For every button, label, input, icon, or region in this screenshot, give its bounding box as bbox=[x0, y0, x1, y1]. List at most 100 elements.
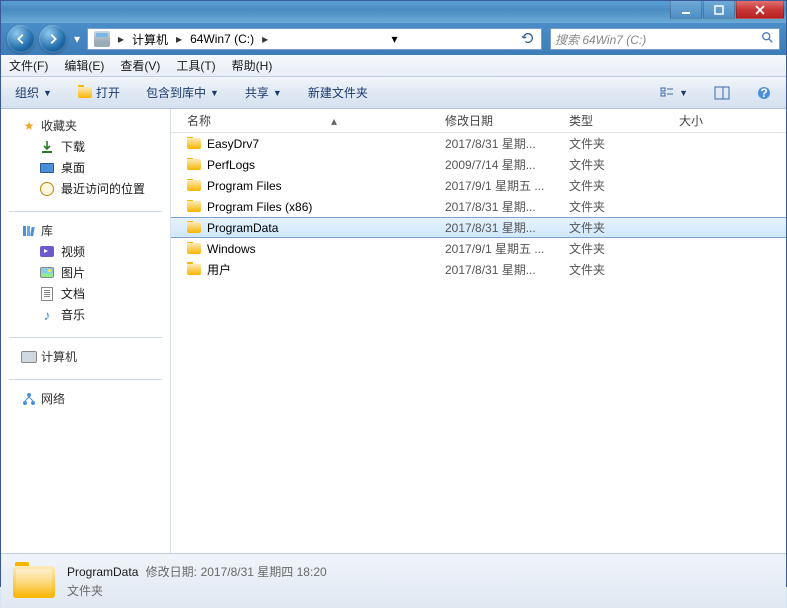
address-dropdown[interactable]: ▾ bbox=[388, 32, 402, 46]
sidebar-item-computer[interactable]: 计算机 bbox=[1, 346, 170, 367]
label: 最近访问的位置 bbox=[61, 180, 145, 197]
minimize-button[interactable] bbox=[670, 1, 702, 19]
details-name: ProgramData bbox=[67, 565, 138, 579]
breadcrumb-arrow-icon[interactable]: ▸ bbox=[258, 32, 272, 46]
col-type[interactable]: 类型 bbox=[563, 112, 673, 129]
sidebar: ★收藏夹 下载 桌面 最近访问的位置 库 视频 图片 文档 ♪音乐 计算机 网络 bbox=[1, 109, 171, 553]
search-box[interactable]: 搜索 64Win7 (C:) bbox=[550, 28, 780, 50]
network-icon bbox=[21, 391, 37, 407]
details-date-label: 修改日期: bbox=[146, 565, 197, 579]
table-row[interactable]: EasyDrv72017/8/31 星期...文件夹 bbox=[171, 133, 786, 154]
separator bbox=[9, 211, 162, 212]
tb-help[interactable]: ? bbox=[750, 82, 778, 104]
label: 库 bbox=[41, 222, 53, 239]
breadcrumb-computer[interactable]: 计算机 bbox=[128, 29, 172, 49]
cell-type: 文件夹 bbox=[563, 261, 673, 278]
sidebar-item-network[interactable]: 网络 bbox=[1, 388, 170, 409]
label: 下载 bbox=[61, 138, 85, 155]
file-name: PerfLogs bbox=[207, 158, 255, 172]
search-icon bbox=[761, 31, 775, 48]
table-row[interactable]: ProgramData2017/8/31 星期...文件夹 bbox=[171, 217, 786, 238]
breadcrumb-drive[interactable]: 64Win7 (C:) bbox=[186, 29, 258, 49]
menu-tools[interactable]: 工具(T) bbox=[176, 57, 215, 74]
cell-date: 2017/8/31 星期... bbox=[439, 135, 563, 152]
sidebar-item-pictures[interactable]: 图片 bbox=[1, 262, 170, 283]
label: 文档 bbox=[61, 285, 85, 302]
titlebar[interactable] bbox=[1, 1, 786, 23]
cell-date: 2017/8/31 星期... bbox=[439, 261, 563, 278]
label: 图片 bbox=[61, 264, 85, 281]
toolbar: 组织▼ 打开 包含到库中▼ 共享▼ 新建文件夹 ▼ ? bbox=[1, 77, 786, 109]
picture-icon bbox=[39, 265, 55, 281]
cell-date: 2017/8/31 星期... bbox=[439, 219, 563, 236]
forward-button[interactable] bbox=[39, 25, 67, 53]
tb-view-options[interactable]: ▼ bbox=[653, 82, 694, 104]
sb-favorites-title[interactable]: ★收藏夹 bbox=[1, 115, 170, 136]
sidebar-item-recent[interactable]: 最近访问的位置 bbox=[1, 178, 170, 199]
label: 视频 bbox=[61, 243, 85, 260]
refresh-button[interactable] bbox=[517, 31, 539, 48]
breadcrumb-arrow-icon[interactable]: ▸ bbox=[114, 32, 128, 46]
folder-icon bbox=[187, 264, 201, 275]
cell-name: EasyDrv7 bbox=[181, 137, 439, 151]
cell-type: 文件夹 bbox=[563, 135, 673, 152]
sort-indicator-icon bbox=[331, 114, 341, 120]
maximize-button[interactable] bbox=[703, 1, 735, 19]
desktop-icon bbox=[39, 160, 55, 176]
col-size[interactable]: 大小 bbox=[673, 112, 753, 129]
table-row[interactable]: PerfLogs2009/7/14 星期...文件夹 bbox=[171, 154, 786, 175]
sidebar-item-downloads[interactable]: 下载 bbox=[1, 136, 170, 157]
separator bbox=[9, 337, 162, 338]
menu-edit[interactable]: 编辑(E) bbox=[64, 57, 104, 74]
tb-share[interactable]: 共享▼ bbox=[239, 81, 288, 104]
address-bar[interactable]: ▸ 计算机 ▸ 64Win7 (C:) ▸ ▾ bbox=[87, 28, 542, 50]
sidebar-item-videos[interactable]: 视频 bbox=[1, 241, 170, 262]
table-row[interactable]: Windows2017/9/1 星期五 ...文件夹 bbox=[171, 238, 786, 259]
file-rows: EasyDrv72017/8/31 星期...文件夹PerfLogs2009/7… bbox=[171, 133, 786, 553]
table-row[interactable]: Program Files (x86)2017/8/31 星期...文件夹 bbox=[171, 196, 786, 217]
download-icon bbox=[39, 139, 55, 155]
library-icon bbox=[21, 223, 37, 239]
table-row[interactable]: Program Files2017/9/1 星期五 ...文件夹 bbox=[171, 175, 786, 196]
table-row[interactable]: 用户2017/8/31 星期...文件夹 bbox=[171, 259, 786, 280]
menu-view[interactable]: 查看(V) bbox=[120, 57, 160, 74]
label: 音乐 bbox=[61, 306, 85, 323]
breadcrumb-arrow-icon[interactable]: ▸ bbox=[172, 32, 186, 46]
details-icon bbox=[13, 562, 55, 600]
menu-file[interactable]: 文件(F) bbox=[9, 57, 48, 74]
sb-libraries-title[interactable]: 库 bbox=[1, 220, 170, 241]
cell-name: 用户 bbox=[181, 261, 439, 278]
tb-newfolder[interactable]: 新建文件夹 bbox=[302, 81, 374, 104]
sidebar-item-desktop[interactable]: 桌面 bbox=[1, 157, 170, 178]
cell-name: ProgramData bbox=[181, 221, 439, 235]
cell-type: 文件夹 bbox=[563, 156, 673, 173]
col-name-label: 名称 bbox=[187, 114, 211, 128]
label: 网络 bbox=[41, 390, 65, 407]
folder-icon bbox=[187, 201, 201, 212]
tb-open[interactable]: 打开 bbox=[72, 81, 126, 104]
sb-libraries-group: 库 视频 图片 文档 ♪音乐 bbox=[1, 220, 170, 325]
nav-history-dropdown[interactable]: ▾ bbox=[71, 32, 83, 46]
content-area: ★收藏夹 下载 桌面 最近访问的位置 库 视频 图片 文档 ♪音乐 计算机 网络… bbox=[1, 109, 786, 553]
tb-preview-pane[interactable] bbox=[708, 82, 736, 104]
breadcrumb-drive-icon[interactable] bbox=[90, 29, 114, 49]
folder-icon bbox=[187, 159, 201, 170]
sidebar-item-music[interactable]: ♪音乐 bbox=[1, 304, 170, 325]
sidebar-item-documents[interactable]: 文档 bbox=[1, 283, 170, 304]
tb-organize-label: 组织 bbox=[15, 84, 39, 101]
column-headers: 名称 修改日期 类型 大小 bbox=[171, 109, 786, 133]
tb-organize[interactable]: 组织▼ bbox=[9, 81, 58, 104]
menu-help[interactable]: 帮助(H) bbox=[232, 57, 273, 74]
document-icon bbox=[39, 286, 55, 302]
col-name[interactable]: 名称 bbox=[181, 112, 439, 129]
close-button[interactable] bbox=[736, 1, 784, 19]
cell-name: Program Files bbox=[181, 179, 439, 193]
folder-icon bbox=[187, 180, 201, 191]
tb-newfolder-label: 新建文件夹 bbox=[308, 84, 368, 101]
cell-date: 2017/8/31 星期... bbox=[439, 198, 563, 215]
computer-icon bbox=[21, 349, 37, 365]
sb-favorites-group: ★收藏夹 下载 桌面 最近访问的位置 bbox=[1, 115, 170, 199]
col-date[interactable]: 修改日期 bbox=[439, 112, 563, 129]
tb-include[interactable]: 包含到库中▼ bbox=[140, 81, 225, 104]
back-button[interactable] bbox=[7, 25, 35, 53]
